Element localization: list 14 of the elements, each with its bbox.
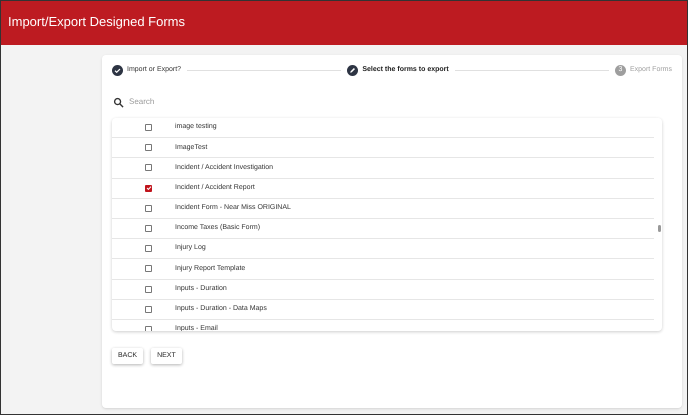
- checkbox[interactable]: [145, 265, 152, 272]
- checkbox[interactable]: [145, 286, 152, 293]
- search-field[interactable]: Search: [129, 96, 329, 108]
- checkbox[interactable]: [145, 225, 152, 232]
- checkbox[interactable]: [145, 326, 152, 331]
- checkbox[interactable]: [145, 204, 152, 212]
- search-icon: [113, 96, 124, 108]
- checkbox[interactable]: [145, 124, 152, 132]
- checkbox[interactable]: [145, 164, 152, 172]
- page-title: Import/Export Designed Forms: [8, 13, 186, 31]
- checkbox[interactable]: [145, 144, 152, 152]
- checkbox[interactable]: [145, 245, 152, 252]
- checkbox[interactable]: [145, 306, 152, 313]
- scrollbar-thumb[interactable]: [658, 225, 661, 232]
